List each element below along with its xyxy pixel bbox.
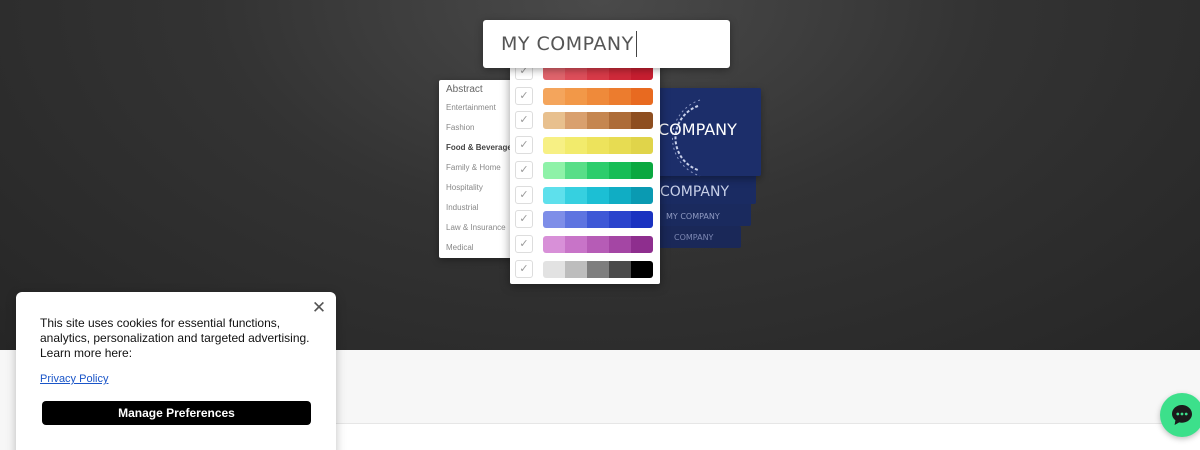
color-swatch (631, 87, 653, 105)
color-swatch (565, 260, 587, 278)
color-swatch (565, 87, 587, 105)
palette-swatch-strip-brown[interactable] (543, 112, 653, 130)
color-swatch (609, 87, 631, 105)
palette-row-green[interactable]: ✓ (510, 160, 660, 180)
palette-checkbox-green[interactable]: ✓ (515, 160, 533, 179)
color-swatch (543, 211, 565, 229)
cookie-banner: ✕ This site uses cookies for essential f… (16, 292, 336, 450)
category-item-entertainment[interactable]: Entertainment (446, 101, 517, 121)
palette-row-blue[interactable]: ✓ (510, 209, 660, 229)
category-title[interactable]: Abstract (446, 83, 517, 101)
color-swatch (609, 211, 631, 229)
logo-preview-text-large: COMPANY (658, 120, 737, 139)
color-swatch (543, 137, 565, 155)
chat-button[interactable] (1160, 393, 1200, 437)
color-swatch (631, 137, 653, 155)
category-item-hospitality[interactable]: Hospitality (446, 181, 517, 201)
close-icon[interactable]: ✕ (310, 299, 328, 317)
color-swatch (587, 260, 609, 278)
color-swatch (543, 186, 565, 204)
company-name-value: MY COMPANY (501, 33, 634, 55)
color-swatch (565, 161, 587, 179)
palette-swatch-strip-gray[interactable] (543, 260, 653, 278)
palette-row-teal[interactable]: ✓ (510, 185, 660, 205)
logo-preview-text-small: MY COMPANY (666, 212, 720, 221)
category-item-industrial[interactable]: Industrial (446, 201, 517, 221)
color-swatch (587, 161, 609, 179)
color-swatch (631, 211, 653, 229)
palette-row-purple[interactable]: ✓ (510, 234, 660, 254)
color-swatch (631, 161, 653, 179)
color-swatch (631, 112, 653, 130)
color-swatch (543, 260, 565, 278)
palette-row-yellow[interactable]: ✓ (510, 135, 660, 155)
color-swatch (565, 211, 587, 229)
color-swatch (543, 112, 565, 130)
category-item-fashion[interactable]: Fashion (446, 121, 517, 141)
palette-swatch-strip-yellow[interactable] (543, 137, 653, 155)
palette-swatch-strip-orange[interactable] (543, 87, 653, 105)
content-card (336, 423, 1200, 450)
color-swatch (609, 137, 631, 155)
color-swatch (587, 235, 609, 253)
palette-checkbox-orange[interactable]: ✓ (515, 86, 533, 105)
color-swatch (587, 211, 609, 229)
color-swatch (565, 112, 587, 130)
palette-checkbox-yellow[interactable]: ✓ (515, 136, 533, 155)
color-swatch (543, 87, 565, 105)
palette-swatch-strip-teal[interactable] (543, 186, 653, 204)
logo-preview-text-medium: COMPANY (660, 184, 730, 200)
color-swatch (609, 260, 631, 278)
color-swatch (631, 235, 653, 253)
category-item-food-beverage[interactable]: Food & Beverage (446, 141, 517, 161)
color-swatch (609, 235, 631, 253)
color-swatch (565, 235, 587, 253)
color-swatch (565, 137, 587, 155)
text-caret (635, 31, 637, 57)
palette-swatch-strip-blue[interactable] (543, 211, 653, 229)
palette-row-gray[interactable]: ✓ (510, 259, 660, 279)
color-swatch (587, 87, 609, 105)
color-swatch (543, 235, 565, 253)
color-swatch (587, 112, 609, 130)
palette-checkbox-gray[interactable]: ✓ (515, 259, 533, 278)
category-item-law-insurance[interactable]: Law & Insurance (446, 221, 517, 241)
privacy-policy-link[interactable]: Privacy Policy (40, 373, 108, 385)
palette-checkbox-brown[interactable]: ✓ (515, 111, 533, 130)
color-swatch (609, 161, 631, 179)
color-palette-panel: ✓ ✓ ✓ ✓ ✓ ✓ ✓ ✓ ✓ (510, 56, 660, 284)
cookie-message: This site uses cookies for essential fun… (40, 316, 310, 360)
palette-swatch-strip-purple[interactable] (543, 235, 653, 253)
color-swatch (565, 186, 587, 204)
color-swatch (543, 161, 565, 179)
category-list: Entertainment Fashion Food & Beverage Famil… (446, 101, 517, 261)
color-swatch (609, 186, 631, 204)
palette-row-brown[interactable]: ✓ (510, 110, 660, 130)
manage-preferences-button[interactable]: Manage Preferences (42, 401, 311, 425)
color-swatch (587, 186, 609, 204)
color-swatch (587, 137, 609, 155)
logo-preview-text-tiny: COMPANY (674, 233, 714, 242)
palette-swatch-strip-green[interactable] (543, 161, 653, 179)
industry-category-panel: Abstract Entertainment Fashion Food & Beve… (439, 80, 517, 258)
category-item-medical[interactable]: Medical (446, 241, 517, 261)
chat-bubble-icon (1172, 405, 1192, 425)
color-swatch (631, 186, 653, 204)
color-swatch (631, 260, 653, 278)
category-item-family-home[interactable]: Family & Home (446, 161, 517, 181)
palette-checkbox-teal[interactable]: ✓ (515, 185, 533, 204)
palette-checkbox-purple[interactable]: ✓ (515, 234, 533, 253)
palette-checkbox-blue[interactable]: ✓ (515, 210, 533, 229)
company-name-input[interactable]: MY COMPANY (483, 20, 730, 68)
palette-row-orange[interactable]: ✓ (510, 86, 660, 106)
color-swatch (609, 112, 631, 130)
